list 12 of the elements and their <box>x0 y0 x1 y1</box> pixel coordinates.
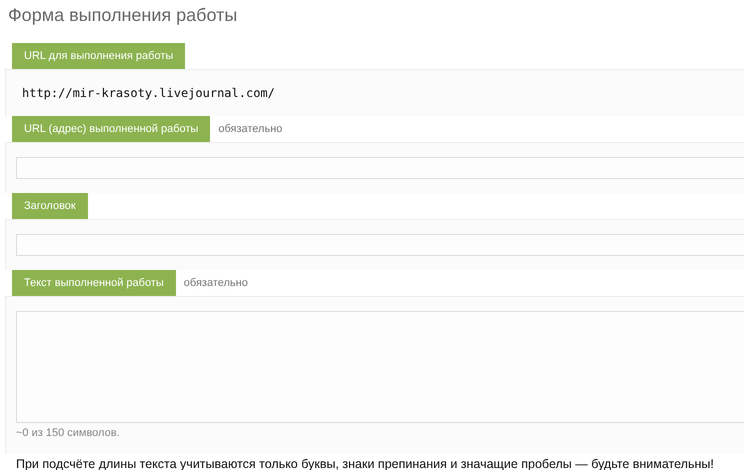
field-label: URL (адрес) выполненной работы <box>12 116 210 142</box>
field-label: Заголовок <box>12 193 88 219</box>
text-area[interactable] <box>16 311 744 423</box>
character-counter: ~0 из 150 символов. <box>16 426 121 440</box>
field-label: URL для выполнения работы <box>12 43 186 69</box>
required-note: обязательно <box>182 277 248 289</box>
required-note: обязательно <box>217 123 282 135</box>
input-field[interactable] <box>16 157 744 179</box>
field-value: http://mir-krasoty.livejournal.com/ <box>21 85 276 102</box>
input-field[interactable] <box>16 234 744 256</box>
form-title: Форма выполнения работы <box>7 4 238 27</box>
field-label: Текст выполненной работы <box>12 270 176 296</box>
